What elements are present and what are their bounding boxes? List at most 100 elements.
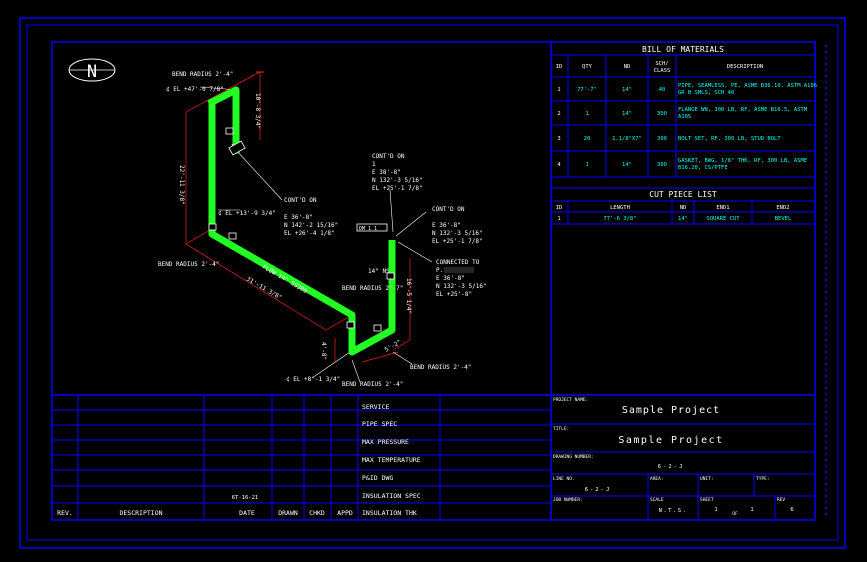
north-label: N [87, 62, 97, 82]
title-label: TITLE: [553, 426, 569, 432]
bom-header: DESCRIPTION [727, 64, 763, 70]
svg-text:40: 40 [659, 87, 666, 93]
drawing-sheet: N DM 1 1 BEND RADIUS 2'-4" ¢ EL +47'-0 7… [0, 0, 867, 562]
rev-header: CHKD [309, 509, 325, 517]
rev-header: DATE [239, 509, 255, 517]
of-value: 1 [750, 507, 753, 513]
line-no-label: LINE NO. [553, 476, 575, 482]
cut-title: CUT PIECE LIST [649, 190, 717, 199]
svg-text:4: 4 [557, 162, 561, 168]
bend-radius-label: BEND RADIUS 2'-4" [172, 71, 233, 78]
spec-label: MAX TEMPERATURE [362, 456, 421, 464]
svg-text:1.1/8"X7": 1.1/8"X7" [612, 136, 642, 142]
contd-label: E 36'-8" [284, 214, 313, 221]
nd-tag: 14" NS [368, 268, 390, 275]
dimension-label: 16'-5 1/4" [405, 278, 412, 314]
svg-text:20: 20 [584, 136, 591, 142]
svg-text:PIPE, SEAMLESS, PE, ASME B36.1: PIPE, SEAMLESS, PE, ASME B36.10, ASTM A1… [678, 83, 817, 89]
dimension-label: 22'-11 3/8" [178, 165, 185, 205]
spec-label: MAX PRESSURE [362, 438, 409, 446]
bill-of-materials: BILL OF MATERIALS ID QTY ND SCH/ CLASS D… [551, 45, 817, 178]
contd-label: E 38'-8" [372, 169, 401, 176]
svg-text:300: 300 [657, 162, 667, 168]
cut-header: END1 [716, 205, 729, 211]
of-label: OF [732, 511, 738, 517]
cut-header: LENGTH [610, 205, 630, 211]
svg-text:2: 2 [557, 111, 560, 117]
cut-header: ND [680, 205, 687, 211]
cut-header: ID [556, 205, 563, 211]
bom-row: 3 20 1.1/8"X7" 300 BOLT SET, RF, 300 LB,… [557, 136, 781, 142]
scale-value: N.T.S. [659, 508, 688, 514]
svg-text:14": 14" [622, 87, 632, 93]
svg-text:FLANGE WN, 300 LB, RF, ASME B1: FLANGE WN, 300 LB, RF, ASME B16.5, ASTM [678, 107, 808, 113]
svg-text:BEVEL: BEVEL [775, 216, 792, 222]
bom-header: QTY [582, 64, 593, 70]
outer-frame [19, 17, 846, 549]
svg-text:SQUARE CUT: SQUARE CUT [706, 216, 740, 222]
contd-label: E 36'-8" [432, 222, 461, 229]
type-label: TYPE: [756, 476, 770, 482]
svg-text:GASKET, BWG, 1/8" THK, RF, 300: GASKET, BWG, 1/8" THK, RF, 300 LB, ASME [678, 158, 807, 164]
dimension-label: 4'-8" [320, 342, 327, 360]
connected-label: N 132'-3 5/16" [436, 283, 487, 290]
contd-label: CONT'D ON [432, 206, 465, 213]
project-name: Sample Project [622, 405, 720, 416]
svg-text:77'-6 3/8": 77'-6 3/8" [603, 216, 636, 222]
svg-text:3: 3 [557, 136, 560, 142]
spec-label: INSULATION THK [362, 509, 417, 517]
elevation-label: ¢ EL +47'-0 7/8" [166, 86, 224, 93]
svg-text:14": 14" [622, 162, 632, 168]
bom-header: CLASS [654, 68, 671, 74]
svg-text:14": 14" [678, 216, 688, 222]
svg-text:300: 300 [657, 136, 667, 142]
connected-label: EL +25'-8" [436, 291, 472, 298]
bom-row: 4 1 14" 300 GASKET, BWG, 1/8" THK, RF, 3… [557, 158, 807, 171]
job-number-label: JOB NUMBER: [553, 497, 583, 503]
elevation-label: ¢ EL +8'-1 3/4" [286, 376, 340, 383]
dimension-label: 5'-2" [384, 339, 403, 354]
connected-label: E 36'-8" [436, 275, 465, 282]
bom-row: 1 77'-7" 14" 40 PIPE, SEAMLESS, PE, ASME… [557, 83, 817, 96]
bom-header: ID [556, 64, 563, 70]
bend-radius-label: BEND RADIUS 2'-4" [342, 381, 403, 388]
svg-text:1: 1 [585, 111, 588, 117]
contd-label: EL +26'-4 1/8" [284, 230, 335, 237]
bend-radius-label: BEND RADIUS 2'-4" [158, 261, 219, 268]
contd-label: N 132'-3 5/16" [372, 177, 423, 184]
rev-date: 6T-16-21 [232, 495, 259, 501]
svg-text:B16.20, CS/PTFE: B16.20, CS/PTFE [678, 165, 728, 171]
unit-label: UNIT: [700, 476, 714, 482]
elevation-label: ¢ EL +13'-9 3/4" [218, 210, 276, 217]
svg-text:77'-7": 77'-7" [577, 87, 597, 93]
bom-header: SCH/ [655, 61, 668, 67]
sheet-value: 1 [714, 507, 717, 513]
north-arrow: N [68, 58, 116, 82]
cut-row: 1 77'-6 3/8" 14" SQUARE CUT BEVEL [557, 216, 792, 222]
contd-label: 1 [372, 161, 376, 168]
dimension-label: 10'-8 3/4" [254, 93, 261, 129]
contd-label: CONT'D ON [372, 153, 405, 160]
drawing-labels: BEND RADIUS 2'-4" ¢ EL +47'-0 7/8" 10'-8… [158, 71, 487, 388]
svg-text:GR B SMLS, SCH 40: GR B SMLS, SCH 40 [678, 90, 734, 96]
svg-text:A105: A105 [678, 114, 691, 120]
drawing-number-label: DRAWING NUMBER: [553, 454, 594, 460]
area-label: AREA: [650, 476, 664, 482]
drawing-title: Sample Project [618, 435, 723, 446]
spec-labels: SERVICE PIPE SPEC MAX PRESSURE MAX TEMPE… [362, 403, 421, 517]
cut-header: END2 [776, 205, 789, 211]
isometric-drawing: N DM 1 1 BEND RADIUS 2'-4" ¢ EL +47'-0 7… [19, 17, 846, 549]
cut-piece-list: CUT PIECE LIST ID LENGTH ND END1 END2 1 … [551, 187, 815, 225]
spec-label: P&ID DWG [362, 474, 393, 482]
dimension-label: 31'-11 3/8" [245, 276, 283, 302]
project-name-label: PROJECT NAME: [553, 397, 588, 403]
contd-label: EL +25'-1 7/8" [372, 185, 423, 192]
svg-text:1: 1 [585, 162, 588, 168]
contd-label: CONT'D ON [284, 197, 317, 204]
svg-text:300: 300 [657, 111, 667, 117]
flange-tag: DM 1 1 [359, 226, 377, 232]
spec-label: PIPE SPEC [362, 420, 397, 428]
rev-label: REV [777, 497, 785, 503]
svg-text:14": 14" [622, 111, 632, 117]
rev-header: DRAWN [278, 509, 298, 517]
